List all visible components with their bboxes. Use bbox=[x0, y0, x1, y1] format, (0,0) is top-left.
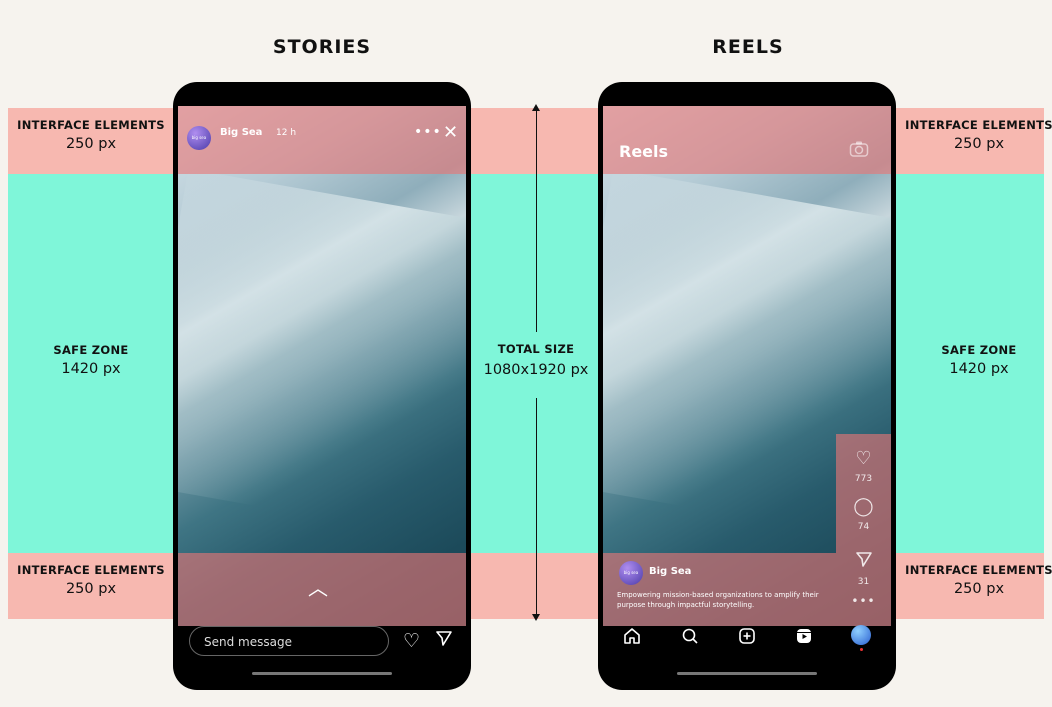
dimension-arrow-down-icon bbox=[532, 614, 540, 621]
share-icon[interactable] bbox=[836, 550, 891, 573]
left-bottom-title: INTERFACE ELEMENTS bbox=[17, 563, 165, 577]
stories-heading: STORIES bbox=[272, 36, 372, 58]
send-icon[interactable] bbox=[435, 629, 453, 651]
profile-icon[interactable] bbox=[846, 625, 876, 651]
heart-icon[interactable]: ♡ bbox=[403, 630, 420, 652]
left-top-value: 250 px bbox=[65, 136, 117, 152]
comment-icon[interactable]: ◯ bbox=[836, 496, 891, 517]
reels-top-overlay bbox=[603, 106, 891, 174]
camera-icon[interactable] bbox=[849, 140, 869, 162]
right-top-title: INTERFACE ELEMENTS bbox=[905, 118, 1052, 132]
stories-username[interactable]: Big Sea bbox=[220, 127, 262, 138]
close-icon[interactable]: ✕ bbox=[443, 122, 458, 143]
right-bottom-value: 250 px bbox=[953, 581, 1005, 597]
reels-screen: Reels ♡ 773 ◯ 74 31 ••• big sea Big Sea … bbox=[603, 106, 891, 626]
like-icon[interactable]: ♡ bbox=[836, 448, 891, 469]
total-size-title: TOTAL SIZE bbox=[497, 342, 575, 356]
search-icon[interactable] bbox=[675, 627, 705, 650]
reels-phone: Reels ♡ 773 ◯ 74 31 ••• big sea Big Sea … bbox=[598, 82, 896, 690]
home-indicator bbox=[677, 672, 817, 675]
left-bottom-label: INTERFACE ELEMENTS 250 px bbox=[16, 563, 166, 597]
send-message-input[interactable]: Send message bbox=[189, 626, 389, 656]
total-size-label: TOTAL SIZE 1080x1920 px bbox=[470, 342, 602, 378]
reels-avatar[interactable]: big sea bbox=[619, 561, 643, 585]
reels-caption: Empowering mission-based organizations t… bbox=[617, 591, 819, 609]
left-bottom-value: 250 px bbox=[65, 581, 117, 597]
more-dots-icon[interactable]: ••• bbox=[414, 124, 442, 140]
left-safe-title: SAFE ZONE bbox=[53, 343, 129, 357]
reels-username[interactable]: Big Sea bbox=[649, 566, 691, 577]
right-safe-label: SAFE ZONE 1420 px bbox=[904, 343, 1052, 377]
wave-image bbox=[178, 168, 466, 544]
likes-count: 773 bbox=[854, 474, 873, 484]
comments-count: 74 bbox=[857, 522, 870, 532]
stories-top-overlay bbox=[178, 106, 466, 174]
stories-phone: big sea Big Sea 12 h ••• ✕ ︿ Send messag… bbox=[173, 82, 471, 690]
left-top-title: INTERFACE ELEMENTS bbox=[17, 118, 165, 132]
right-safe-value: 1420 px bbox=[949, 361, 1009, 377]
home-icon[interactable] bbox=[617, 627, 647, 650]
shares-count: 31 bbox=[857, 577, 870, 587]
left-safe-label: SAFE ZONE 1420 px bbox=[16, 343, 166, 377]
reel-more-icon[interactable]: ••• bbox=[836, 594, 891, 608]
left-top-label: INTERFACE ELEMENTS 250 px bbox=[16, 118, 166, 152]
total-size-value: 1080x1920 px bbox=[483, 362, 589, 378]
left-safe-value: 1420 px bbox=[61, 361, 121, 377]
add-icon[interactable] bbox=[732, 627, 762, 650]
reels-icon[interactable] bbox=[789, 627, 819, 650]
stories-avatar[interactable]: big sea bbox=[187, 126, 211, 150]
right-bottom-title: INTERFACE ELEMENTS bbox=[905, 563, 1052, 577]
reels-header-title: Reels bbox=[619, 142, 669, 161]
home-indicator bbox=[252, 672, 392, 675]
reels-heading: REELS bbox=[712, 36, 784, 58]
right-top-label: INTERFACE ELEMENTS 250 px bbox=[904, 118, 1052, 152]
dimension-line-top bbox=[536, 110, 537, 332]
stories-screen: big sea Big Sea 12 h ••• ✕ ︿ bbox=[178, 106, 466, 626]
chevron-up-icon[interactable]: ︿ bbox=[308, 572, 328, 601]
right-top-value: 250 px bbox=[953, 136, 1005, 152]
dimension-line-bottom bbox=[536, 398, 537, 616]
stories-time: 12 h bbox=[276, 128, 297, 138]
right-safe-title: SAFE ZONE bbox=[941, 343, 1017, 357]
right-bottom-label: INTERFACE ELEMENTS 250 px bbox=[904, 563, 1052, 597]
